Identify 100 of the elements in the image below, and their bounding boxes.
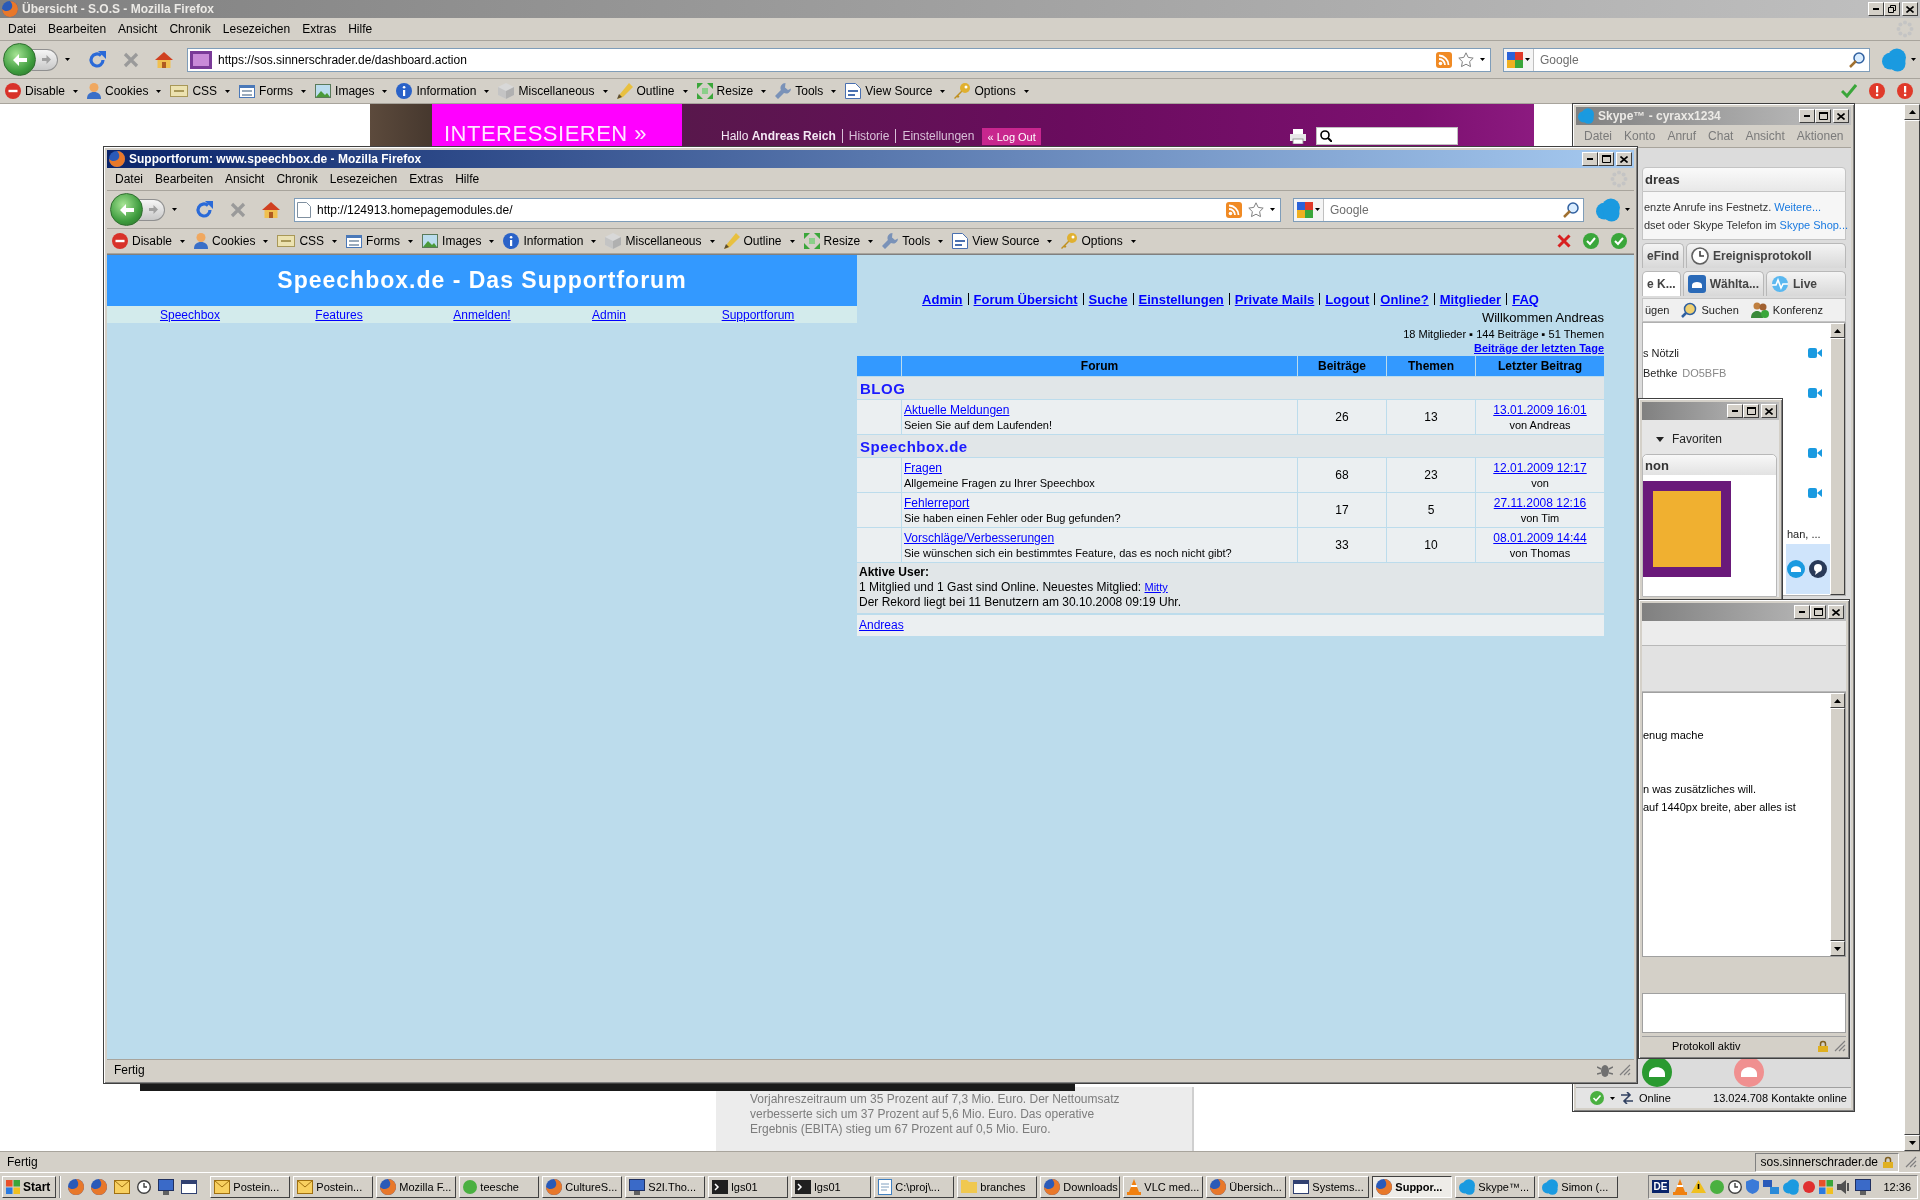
toolbar-menu-button[interactable]: Outline: [721, 230, 797, 252]
toolbar-menu-button[interactable]: Images: [313, 80, 390, 102]
promo-link[interactable]: Weitere...: [1774, 200, 1822, 213]
toolbar-menu-button[interactable]: Images: [420, 230, 497, 252]
taskbar-button[interactable]: lgs01: [708, 1175, 789, 1198]
menu-item[interactable]: Lesezeichen: [216, 21, 297, 37]
nav-link[interactable]: Admin: [922, 291, 963, 307]
nav-link[interactable]: Supportforum: [721, 307, 795, 322]
forum-link[interactable]: Fehlerreport: [904, 495, 970, 511]
globe-icon[interactable]: [91, 1178, 108, 1195]
monitor-icon[interactable]: [158, 1178, 175, 1195]
search-field[interactable]: [1316, 127, 1458, 145]
toolbar-menu-button[interactable]: Options: [952, 80, 1031, 102]
search-field[interactable]: Google: [1293, 197, 1584, 222]
post-date-link[interactable]: 27.11.2008 12:16: [1493, 495, 1587, 511]
back-button[interactable]: [3, 43, 36, 76]
nav-link[interactable]: Private Mails: [1234, 291, 1315, 307]
group-toggle[interactable]: Favoriten: [1642, 428, 1777, 450]
forum-link[interactable]: Fragen: [904, 460, 943, 476]
toolbar-menu-button[interactable]: Options: [1059, 230, 1138, 252]
toolbar-menu-button[interactable]: Miscellaneous: [496, 80, 610, 102]
menu-item[interactable]: Ansicht: [112, 21, 164, 37]
menu-item[interactable]: Datei: [2, 21, 42, 37]
speaker-icon[interactable]: [1837, 1179, 1852, 1194]
nav-link[interactable]: Logout: [1325, 291, 1370, 307]
toolbar-menu-button[interactable]: Resize: [694, 80, 769, 102]
back-button[interactable]: [110, 193, 143, 226]
user-link[interactable]: Andreas: [859, 618, 904, 633]
close-button[interactable]: [1828, 605, 1844, 619]
taskbar-button[interactable]: Systems...: [1289, 1175, 1370, 1198]
close-button[interactable]: [1616, 152, 1632, 166]
toolbar-menu-button[interactable]: Miscellaneous: [603, 230, 717, 252]
toolbar-button[interactable]: Konferenz: [1748, 302, 1825, 318]
taskbar-button[interactable]: S2I.Tho...: [625, 1175, 706, 1198]
toolbar-menu-button[interactable]: CSS: [275, 230, 340, 252]
nav-link[interactable]: Features: [315, 307, 363, 322]
header-link[interactable]: Historie: [841, 129, 890, 143]
maximize-button[interactable]: [1810, 605, 1826, 619]
nav-link[interactable]: Suche: [1088, 291, 1128, 307]
maximize-button[interactable]: [1598, 152, 1614, 166]
taskbar-button[interactable]: VLC med...: [1123, 1175, 1204, 1198]
menu-item[interactable]: Bearbeiten: [42, 21, 113, 37]
taskbar-button[interactable]: Downloads: [1040, 1175, 1121, 1198]
post-date-link[interactable]: 13.01.2009 16:01: [1493, 402, 1587, 418]
toolbar-menu-button[interactable]: Resize: [801, 230, 876, 252]
printer-icon[interactable]: [1290, 128, 1306, 144]
menu-item[interactable]: Ansicht: [219, 171, 271, 187]
nav-link[interactable]: Einstellungen: [1138, 291, 1224, 307]
toolbar-menu-button[interactable]: Forms: [237, 80, 309, 102]
post-date-link[interactable]: 12.01.2009 12:17: [1493, 460, 1587, 476]
clock-icon[interactable]: [137, 1179, 152, 1194]
language-indicator[interactable]: DE: [1651, 1180, 1670, 1193]
menu-item[interactable]: Datei: [109, 171, 149, 187]
taskbar-button[interactable]: C:\proj\...: [874, 1175, 955, 1198]
taskbar-button[interactable]: Mozilla F...: [376, 1175, 457, 1198]
header-link[interactable]: Einstellungen: [895, 129, 975, 143]
toolbar-menu-button[interactable]: View Source: [843, 80, 948, 102]
toolbar-button[interactable]: ügen: [1643, 304, 1672, 316]
menu-item[interactable]: Extras: [296, 21, 343, 37]
minimize-button[interactable]: [1794, 605, 1810, 619]
url-field[interactable]: http://124913.homepagemodules.de/: [294, 197, 1281, 222]
nav-link[interactable]: Anmelden!: [453, 307, 511, 322]
search-engine-button[interactable]: [1294, 198, 1324, 221]
clock-icon[interactable]: [1728, 1179, 1743, 1194]
member-link[interactable]: Mitty: [1144, 581, 1168, 593]
toolbar-menu-button[interactable]: View Source: [950, 230, 1055, 252]
minimize-button[interactable]: [1582, 152, 1598, 166]
selected-contact-panel[interactable]: [1786, 544, 1830, 594]
toolbar-menu-button[interactable]: Cookies: [85, 80, 164, 102]
forum-link[interactable]: Vorschläge/Verbesserungen: [904, 530, 1055, 546]
taskbar-button[interactable]: Postein...: [293, 1175, 374, 1198]
taskbar-button[interactable]: teesche: [459, 1175, 540, 1198]
menu-item[interactable]: Hilfe: [449, 171, 486, 187]
dot-icon[interactable]: [1803, 1180, 1816, 1193]
toolbar-menu-button[interactable]: Disable: [3, 80, 81, 102]
toolbar-menu-button[interactable]: Outline: [614, 80, 690, 102]
chat-circle-icon[interactable]: [1809, 560, 1827, 578]
menu-item[interactable]: Bearbeiten: [149, 171, 220, 187]
start-button[interactable]: Start: [2, 1175, 57, 1198]
toolbar-menu-button[interactable]: Tools: [880, 230, 946, 252]
message-input[interactable]: [1642, 993, 1846, 1033]
nav-link[interactable]: FAQ: [1512, 291, 1539, 307]
search-engine-button[interactable]: [1504, 48, 1534, 71]
taskbar-button[interactable]: Skype™...: [1455, 1175, 1536, 1198]
close-button[interactable]: [1902, 2, 1918, 16]
taskbar-button[interactable]: branches: [957, 1175, 1038, 1198]
maximize-button[interactable]: [1815, 109, 1831, 123]
nav-link[interactable]: Admin: [592, 307, 626, 322]
post-date-link[interactable]: 08.01.2009 14:44: [1493, 530, 1587, 546]
minimize-button[interactable]: [1868, 2, 1884, 16]
category-header[interactable]: BLOG: [857, 377, 1604, 399]
toolbar-menu-button[interactable]: Forms: [344, 230, 416, 252]
taskbar-button[interactable]: Übersich...: [1206, 1175, 1287, 1198]
forum-link[interactable]: Aktuelle Meldungen: [904, 402, 1010, 418]
nav-link[interactable]: Speechbox: [159, 307, 220, 322]
nav-link[interactable]: Mitglieder: [1439, 291, 1502, 307]
toolbar-menu-button[interactable]: Cookies: [192, 230, 271, 252]
menu-item[interactable]: Hilfe: [342, 21, 379, 37]
tab[interactable]: e K...: [1642, 271, 1681, 296]
category-header[interactable]: Speechbox.de: [857, 435, 1604, 457]
